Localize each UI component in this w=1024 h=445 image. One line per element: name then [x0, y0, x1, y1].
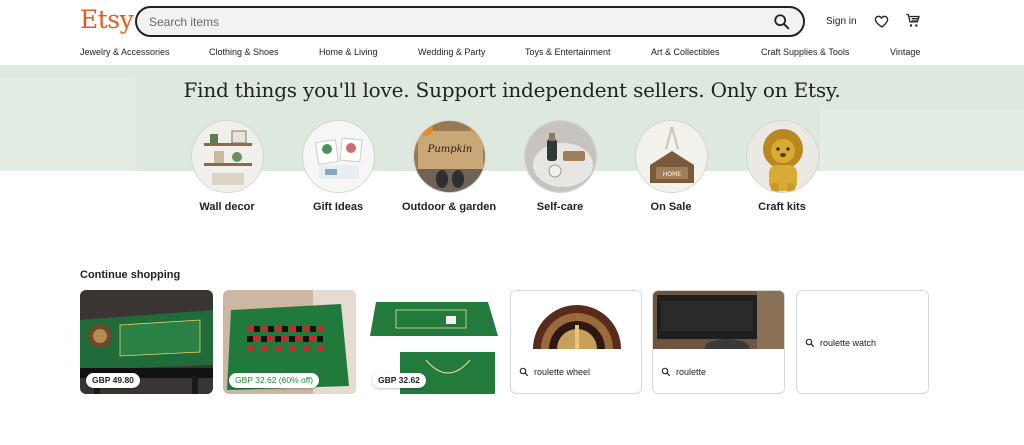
price-badge: GBP 32.62: [372, 373, 426, 388]
search-input[interactable]: [149, 13, 749, 31]
search-bar[interactable]: [135, 6, 805, 37]
recent-search-label: roulette watch: [820, 338, 877, 348]
search-icon[interactable]: [773, 13, 791, 31]
svg-text:Pumpkin: Pumpkin: [426, 144, 472, 155]
svg-text:HOME: HOME: [662, 171, 680, 178]
recent-item-card[interactable]: GBP 32.62 (60% off): [223, 290, 356, 394]
category-image: [745, 120, 819, 193]
category-image: [523, 120, 597, 193]
search-icon: [661, 367, 671, 377]
category-label: Wall decor: [199, 201, 255, 213]
recent-search-chip: roulette wheel: [519, 367, 590, 377]
category-label: Gift Ideas: [312, 201, 364, 213]
price-badge: GBP 49.80: [86, 373, 140, 388]
category-image: HOME: [634, 120, 708, 193]
recent-item-card[interactable]: GBP 32.62: [366, 290, 499, 394]
nav-item-vintage[interactable]: Vintage: [890, 47, 920, 57]
etsy-logo[interactable]: Etsy: [80, 5, 134, 34]
category-label: On Sale: [650, 201, 692, 213]
search-thumbnail: [653, 291, 784, 355]
recent-search-card[interactable]: roulette wheel: [510, 290, 642, 394]
category-nav: Jewelry & Accessories Clothing & Shoes H…: [0, 47, 1024, 61]
recent-search-card[interactable]: roulette: [652, 290, 785, 394]
search-thumbnail: [511, 291, 641, 349]
category-outdoor-garden[interactable]: Pumpkin Outdoor & garden: [399, 120, 499, 214]
sign-in-link[interactable]: Sign in: [826, 16, 857, 27]
recent-search-chip: roulette: [661, 367, 706, 377]
category-self-care[interactable]: Self-care: [510, 120, 610, 214]
shopping-cart-icon[interactable]: [905, 12, 921, 29]
category-wall-decor[interactable]: Wall decor: [177, 120, 277, 214]
nav-item-home[interactable]: Home & Living: [319, 47, 378, 57]
search-icon: [519, 367, 529, 377]
hero-shade: [820, 110, 1024, 171]
recent-search-chip: roulette watch: [805, 338, 876, 348]
category-gift-ideas[interactable]: Gift Ideas: [288, 120, 388, 214]
nav-item-jewelry[interactable]: Jewelry & Accessories: [80, 47, 170, 57]
category-image: [301, 120, 375, 193]
recent-search-card[interactable]: roulette watch: [796, 290, 929, 394]
category-label: Outdoor & garden: [401, 201, 497, 213]
category-label: Craft kits: [758, 201, 806, 213]
category-image: Pumpkin: [412, 120, 486, 193]
category-on-sale[interactable]: HOME On Sale: [621, 120, 721, 214]
recent-search-label: roulette: [676, 367, 707, 377]
recent-item-card[interactable]: GBP 49.80: [80, 290, 213, 394]
category-craft-kits[interactable]: Craft kits: [732, 120, 832, 214]
recent-search-label: roulette wheel: [534, 367, 591, 377]
favorites-heart-icon[interactable]: [874, 13, 890, 29]
category-label: Self-care: [536, 201, 584, 213]
site-header: Etsy Sign in Jewelry & Accessories Cloth…: [0, 0, 1024, 66]
search-icon: [805, 338, 815, 348]
nav-item-clothing[interactable]: Clothing & Shoes: [209, 47, 279, 57]
hero-title: Find things you'll love. Support indepen…: [183, 78, 841, 102]
continue-shopping-title: Continue shopping: [80, 269, 181, 281]
category-image: [190, 120, 264, 193]
nav-item-craft[interactable]: Craft Supplies & Tools: [761, 47, 849, 57]
nav-item-art[interactable]: Art & Collectibles: [651, 47, 720, 57]
sale-price-badge: GBP 32.62 (60% off): [229, 373, 320, 388]
nav-item-wedding[interactable]: Wedding & Party: [418, 47, 485, 57]
nav-item-toys[interactable]: Toys & Entertainment: [525, 47, 611, 57]
